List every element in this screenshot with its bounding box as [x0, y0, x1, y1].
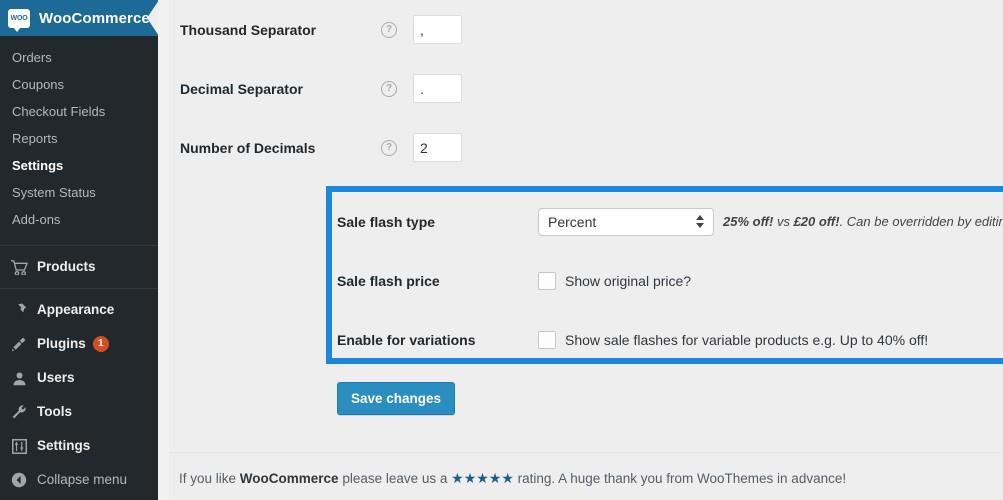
- sidebar-item-label: Appearance: [37, 302, 115, 317]
- sidebar-item-wp-settings[interactable]: Settings: [0, 429, 158, 463]
- sidebar-item-label: Products: [37, 259, 96, 274]
- footer-divider: [169, 452, 1003, 453]
- sidebar-item-checkout-fields[interactable]: Checkout Fields: [0, 98, 158, 125]
- help-icon[interactable]: ?: [381, 21, 397, 38]
- row-label: Number of Decimals: [180, 139, 316, 156]
- woo-logo-text: WOO: [10, 14, 28, 22]
- sidebar-divider: [0, 245, 158, 246]
- footer-part2: please leave us a: [338, 471, 452, 486]
- plugins-update-badge: 1: [92, 336, 109, 352]
- row-sale-flash-price: Sale flash price Show original price?: [332, 251, 1003, 310]
- desc-percent-example: 25% off!: [723, 214, 774, 229]
- collapse-arrow-icon: [8, 471, 30, 489]
- settings-content: Thousand Separator ? Decimal Separator ?…: [158, 0, 1003, 500]
- row-enable-for-variations: Enable for variations Show sale flashes …: [332, 310, 1003, 369]
- pin-icon: [8, 301, 30, 319]
- number-of-decimals-input[interactable]: [413, 133, 462, 162]
- enable-for-variations-checkbox[interactable]: [538, 330, 556, 349]
- sidebar-item-label: Tools: [37, 404, 72, 419]
- woocommerce-submenu: Orders Coupons Checkout Fields Reports S…: [0, 36, 158, 241]
- row-decimal-separator: Decimal Separator ?: [169, 59, 1003, 118]
- wrench-icon: [8, 403, 30, 421]
- cart-icon: [8, 258, 30, 276]
- content-gutter: [158, 0, 169, 500]
- field-wrap: [413, 133, 462, 162]
- field-wrap: Show original price?: [538, 271, 691, 290]
- row-label: Sale flash price: [337, 272, 440, 289]
- thousand-separator-input[interactable]: [413, 15, 462, 44]
- sidebar-item-settings[interactable]: Settings: [0, 152, 158, 179]
- sidebar-brand-title: WooCommerce: [39, 9, 150, 27]
- row-label: Enable for variations: [337, 331, 476, 348]
- sale-flash-type-select-wrap: Percent Amount: [538, 207, 714, 236]
- enable-for-variations-label[interactable]: Show sale flashes for variable products …: [565, 332, 928, 348]
- admin-sidebar: WOO WooCommerce Orders Coupons Checkout …: [0, 0, 158, 500]
- footer-part3: rating. A huge thank you from WooThemes …: [513, 471, 847, 486]
- sidebar-item-products[interactable]: Products: [0, 250, 158, 284]
- woocommerce-brand-header[interactable]: WOO WooCommerce: [0, 0, 158, 36]
- save-button-wrap: Save changes: [337, 382, 456, 415]
- five-stars-icon[interactable]: ★★★★★: [451, 470, 514, 486]
- sidebar-item-plugins[interactable]: Plugins 1: [0, 327, 158, 361]
- row-label: Thousand Separator: [180, 21, 317, 38]
- field-wrap: Percent Amount 25% off! vs £20 off!. Can…: [538, 207, 1003, 236]
- help-icon[interactable]: ?: [381, 139, 397, 156]
- footer-brand: WooCommerce: [239, 471, 339, 486]
- sidebar-item-label: Settings: [37, 438, 91, 453]
- sidebar-item-system-status[interactable]: System Status: [0, 179, 158, 206]
- collapse-menu-button[interactable]: Collapse menu: [0, 463, 158, 497]
- decimal-separator-input[interactable]: [413, 74, 462, 103]
- sale-flash-settings-highlight: Sale flash type Percent Amount 25% off! …: [326, 186, 1003, 364]
- desc-vs: vs: [773, 214, 794, 229]
- desc-amount-example: £20 off!: [793, 214, 840, 229]
- sliders-icon: [8, 437, 30, 455]
- sidebar-item-appearance[interactable]: Appearance: [0, 293, 158, 327]
- row-label: Sale flash type: [337, 213, 436, 230]
- user-icon: [8, 369, 30, 387]
- desc-suffix: . Can be overridden by editing products.: [839, 214, 1003, 229]
- field-wrap: [413, 15, 462, 44]
- woo-bubble-icon: WOO: [8, 8, 30, 32]
- sidebar-item-reports[interactable]: Reports: [0, 125, 158, 152]
- sale-flash-type-description: 25% off! vs £20 off!. Can be overridden …: [723, 214, 1003, 229]
- field-wrap: Show sale flashes for variable products …: [538, 330, 928, 349]
- field-wrap: [413, 74, 462, 103]
- woo-bubble-tail-icon: [13, 26, 21, 32]
- footer-part1: If you like: [179, 471, 240, 486]
- sidebar-item-coupons[interactable]: Coupons: [0, 71, 158, 98]
- sidebar-item-orders[interactable]: Orders: [0, 44, 158, 71]
- active-menu-notch-icon: [147, 0, 158, 36]
- footer-rating-text: If you like WooCommerce please leave us …: [179, 470, 846, 487]
- plug-icon: [8, 335, 30, 353]
- woocommerce-settings-screen: WOO WooCommerce Orders Coupons Checkout …: [0, 0, 1003, 500]
- sidebar-divider: [0, 288, 158, 289]
- show-original-price-label[interactable]: Show original price?: [565, 273, 691, 289]
- sidebar-item-users[interactable]: Users: [0, 361, 158, 395]
- row-number-of-decimals: Number of Decimals ?: [169, 118, 1003, 177]
- save-button[interactable]: Save changes: [337, 382, 456, 415]
- help-icon[interactable]: ?: [381, 80, 397, 97]
- pricing-options-table: Thousand Separator ? Decimal Separator ?…: [169, 0, 1003, 177]
- sidebar-item-tools[interactable]: Tools: [0, 395, 158, 429]
- sidebar-item-label: Users: [37, 370, 75, 385]
- row-thousand-separator: Thousand Separator ?: [169, 0, 1003, 59]
- show-original-price-checkbox[interactable]: [538, 271, 556, 290]
- row-label: Decimal Separator: [180, 80, 303, 97]
- row-sale-flash-type: Sale flash type Percent Amount 25% off! …: [332, 192, 1003, 251]
- sale-flash-type-select[interactable]: Percent Amount: [538, 207, 714, 236]
- collapse-menu-label: Collapse menu: [37, 472, 128, 487]
- sidebar-item-label: Plugins: [37, 336, 86, 351]
- sidebar-item-add-ons[interactable]: Add-ons: [0, 206, 158, 233]
